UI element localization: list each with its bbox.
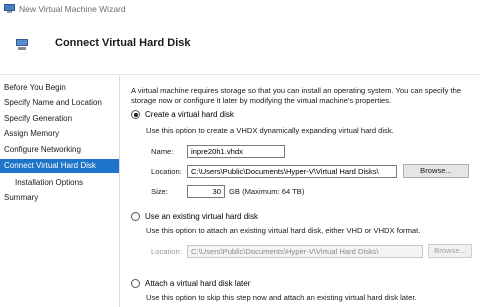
create-disk-radio[interactable] xyxy=(131,110,140,119)
window-title: New Virtual Machine Wizard xyxy=(19,3,126,14)
virtual-disk-icon xyxy=(16,39,28,50)
step-connect-virtual-hard-disk[interactable]: Connect Virtual Hard Disk xyxy=(0,159,119,173)
step-specify-name-location[interactable]: Specify Name and Location xyxy=(0,96,119,110)
step-summary[interactable]: Summary xyxy=(0,191,119,205)
step-configure-networking[interactable]: Configure Networking xyxy=(0,143,119,157)
title-bar: New Virtual Machine Wizard xyxy=(0,0,480,17)
existing-disk-option[interactable]: Use an existing virtual hard disk xyxy=(131,212,258,221)
attach-later-option[interactable]: Attach a virtual hard disk later xyxy=(131,279,250,288)
wizard-header: Connect Virtual Hard Disk xyxy=(0,17,480,75)
wizard-content: A virtual machine requires storage so th… xyxy=(121,76,480,307)
attach-later-radio[interactable] xyxy=(131,279,140,288)
wizard-steps-sidebar: Before You Begin Specify Name and Locati… xyxy=(0,76,120,307)
disk-location-input[interactable]: C:\Users\Public\Documents\Hyper-V\Virtua… xyxy=(187,165,397,178)
create-disk-label: Create a virtual hard disk xyxy=(145,110,234,119)
create-disk-option[interactable]: Create a virtual hard disk xyxy=(131,110,234,119)
name-label: Name: xyxy=(151,147,174,156)
size-unit-label: GB (Maximum: 64 TB) xyxy=(229,187,305,196)
existing-disk-label: Use an existing virtual hard disk xyxy=(145,212,258,221)
location-label: Location: xyxy=(151,167,182,176)
attach-later-label: Attach a virtual hard disk later xyxy=(145,279,251,288)
intro-text: A virtual machine requires storage so th… xyxy=(131,86,462,105)
existing-browse-button[interactable]: Browse... xyxy=(428,244,472,258)
attach-later-description: Use this option to skip this step now an… xyxy=(146,293,417,302)
step-assign-memory[interactable]: Assign Memory xyxy=(0,127,119,141)
existing-disk-description: Use this option to attach an existing vi… xyxy=(146,226,421,235)
create-disk-description: Use this option to create a VHDX dynamic… xyxy=(146,126,394,135)
size-label: Size: xyxy=(151,187,168,196)
hyper-v-app-icon xyxy=(4,4,15,13)
step-specify-generation[interactable]: Specify Generation xyxy=(0,112,119,126)
step-before-you-begin[interactable]: Before You Begin xyxy=(0,81,119,95)
disk-name-input[interactable]: inpre20h1.vhdx xyxy=(187,145,285,158)
existing-location-input[interactable]: C:\Users\Public\Documents\Hyper-V\Virtua… xyxy=(187,245,423,258)
existing-location-label: Location: xyxy=(151,247,182,256)
page-title: Connect Virtual Hard Disk xyxy=(55,37,191,49)
create-browse-button[interactable]: Browse... xyxy=(403,164,469,178)
existing-disk-radio[interactable] xyxy=(131,212,140,221)
disk-size-input[interactable]: 30 xyxy=(187,185,225,198)
step-installation-options[interactable]: Installation Options xyxy=(0,176,119,190)
